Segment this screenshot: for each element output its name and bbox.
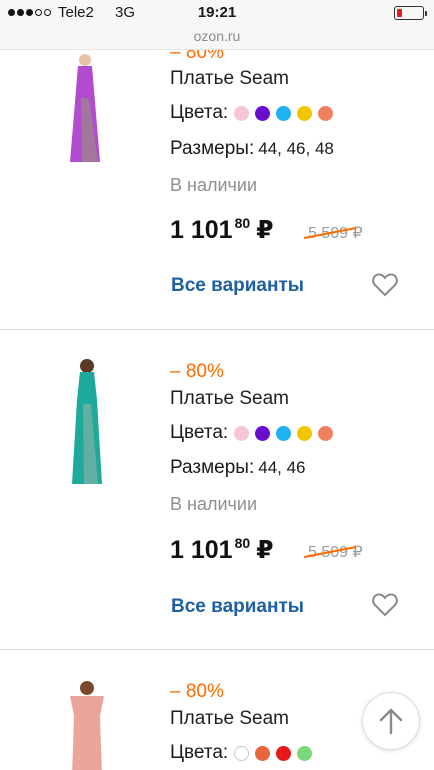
product-card[interactable]: – 80% Платье Seam Цвета: Размеры: 44, 46 … <box>0 330 434 650</box>
colors-row: Цвета: <box>170 742 313 764</box>
color-swatch[interactable] <box>234 745 250 761</box>
sizes-values: 44, 46, 48 <box>258 139 334 158</box>
address-bar-url[interactable]: ozon.ru <box>0 28 434 44</box>
price-cents: 80 <box>234 535 251 551</box>
discount-badge: – 80% <box>170 681 224 702</box>
current-price: 1 101 80 ₽ <box>170 215 274 245</box>
product-image[interactable] <box>56 354 118 486</box>
old-price: 5 509 ₽ <box>304 542 363 562</box>
battery-icon <box>394 6 427 20</box>
arrow-up-icon <box>379 708 403 735</box>
product-image[interactable] <box>54 50 116 165</box>
color-swatch[interactable] <box>297 745 313 761</box>
colors-label: Цвета: <box>170 742 229 763</box>
sizes-row: Размеры: 44, 46 <box>170 457 306 479</box>
price-main: 1 101 <box>170 536 233 564</box>
color-swatch[interactable] <box>276 745 292 761</box>
product-image[interactable] <box>56 676 118 770</box>
current-price: 1 101 80 ₽ <box>170 535 274 565</box>
discount-badge: – 80% <box>170 361 224 382</box>
old-price: 5 509 ₽ <box>304 223 363 243</box>
sizes-label: Размеры: <box>170 138 255 159</box>
color-swatch[interactable] <box>276 425 292 441</box>
heart-icon[interactable] <box>372 273 398 297</box>
scroll-to-top-button[interactable] <box>362 692 420 750</box>
price-cents: 80 <box>234 215 251 231</box>
color-swatch[interactable] <box>255 425 271 441</box>
color-swatch[interactable] <box>297 105 313 121</box>
color-swatch[interactable] <box>318 105 334 121</box>
colors-row: Цвета: <box>170 422 334 444</box>
product-title[interactable]: Платье Seam <box>170 68 289 90</box>
color-swatch[interactable] <box>255 745 271 761</box>
colors-row: Цвета: <box>170 102 334 124</box>
heart-icon[interactable] <box>372 593 398 617</box>
price-currency: ₽ <box>256 536 274 564</box>
availability-status: В наличии <box>170 175 258 195</box>
all-variants-link[interactable]: Все варианты <box>171 596 304 618</box>
color-swatch[interactable] <box>255 105 271 121</box>
product-title[interactable]: Платье Seam <box>170 388 289 410</box>
color-swatch[interactable] <box>318 425 334 441</box>
strikethrough-line <box>304 227 357 239</box>
color-swatch[interactable] <box>297 425 313 441</box>
availability-status: В наличии <box>170 494 258 514</box>
sizes-label: Размеры: <box>170 457 255 478</box>
price-main: 1 101 <box>170 216 233 244</box>
all-variants-link[interactable]: Все варианты <box>171 275 304 297</box>
status-time: 19:21 <box>197 4 237 21</box>
sizes-row: Размеры: 44, 46, 48 <box>170 138 334 160</box>
strikethrough-line <box>304 546 357 558</box>
sizes-values: 44, 46 <box>258 458 306 477</box>
colors-label: Цвета: <box>170 422 229 443</box>
price-currency: ₽ <box>256 216 274 244</box>
product-title[interactable]: Платье Seam <box>170 708 289 730</box>
color-swatch[interactable] <box>234 425 250 441</box>
color-swatch[interactable] <box>234 105 250 121</box>
colors-label: Цвета: <box>170 102 229 123</box>
color-swatch[interactable] <box>276 105 292 121</box>
product-card[interactable]: – 80% Платье Seam Цвета: Размеры: 44, 46,… <box>0 10 434 330</box>
status-bar: Tele2 3G 19:21 ozon.ru <box>0 0 434 50</box>
